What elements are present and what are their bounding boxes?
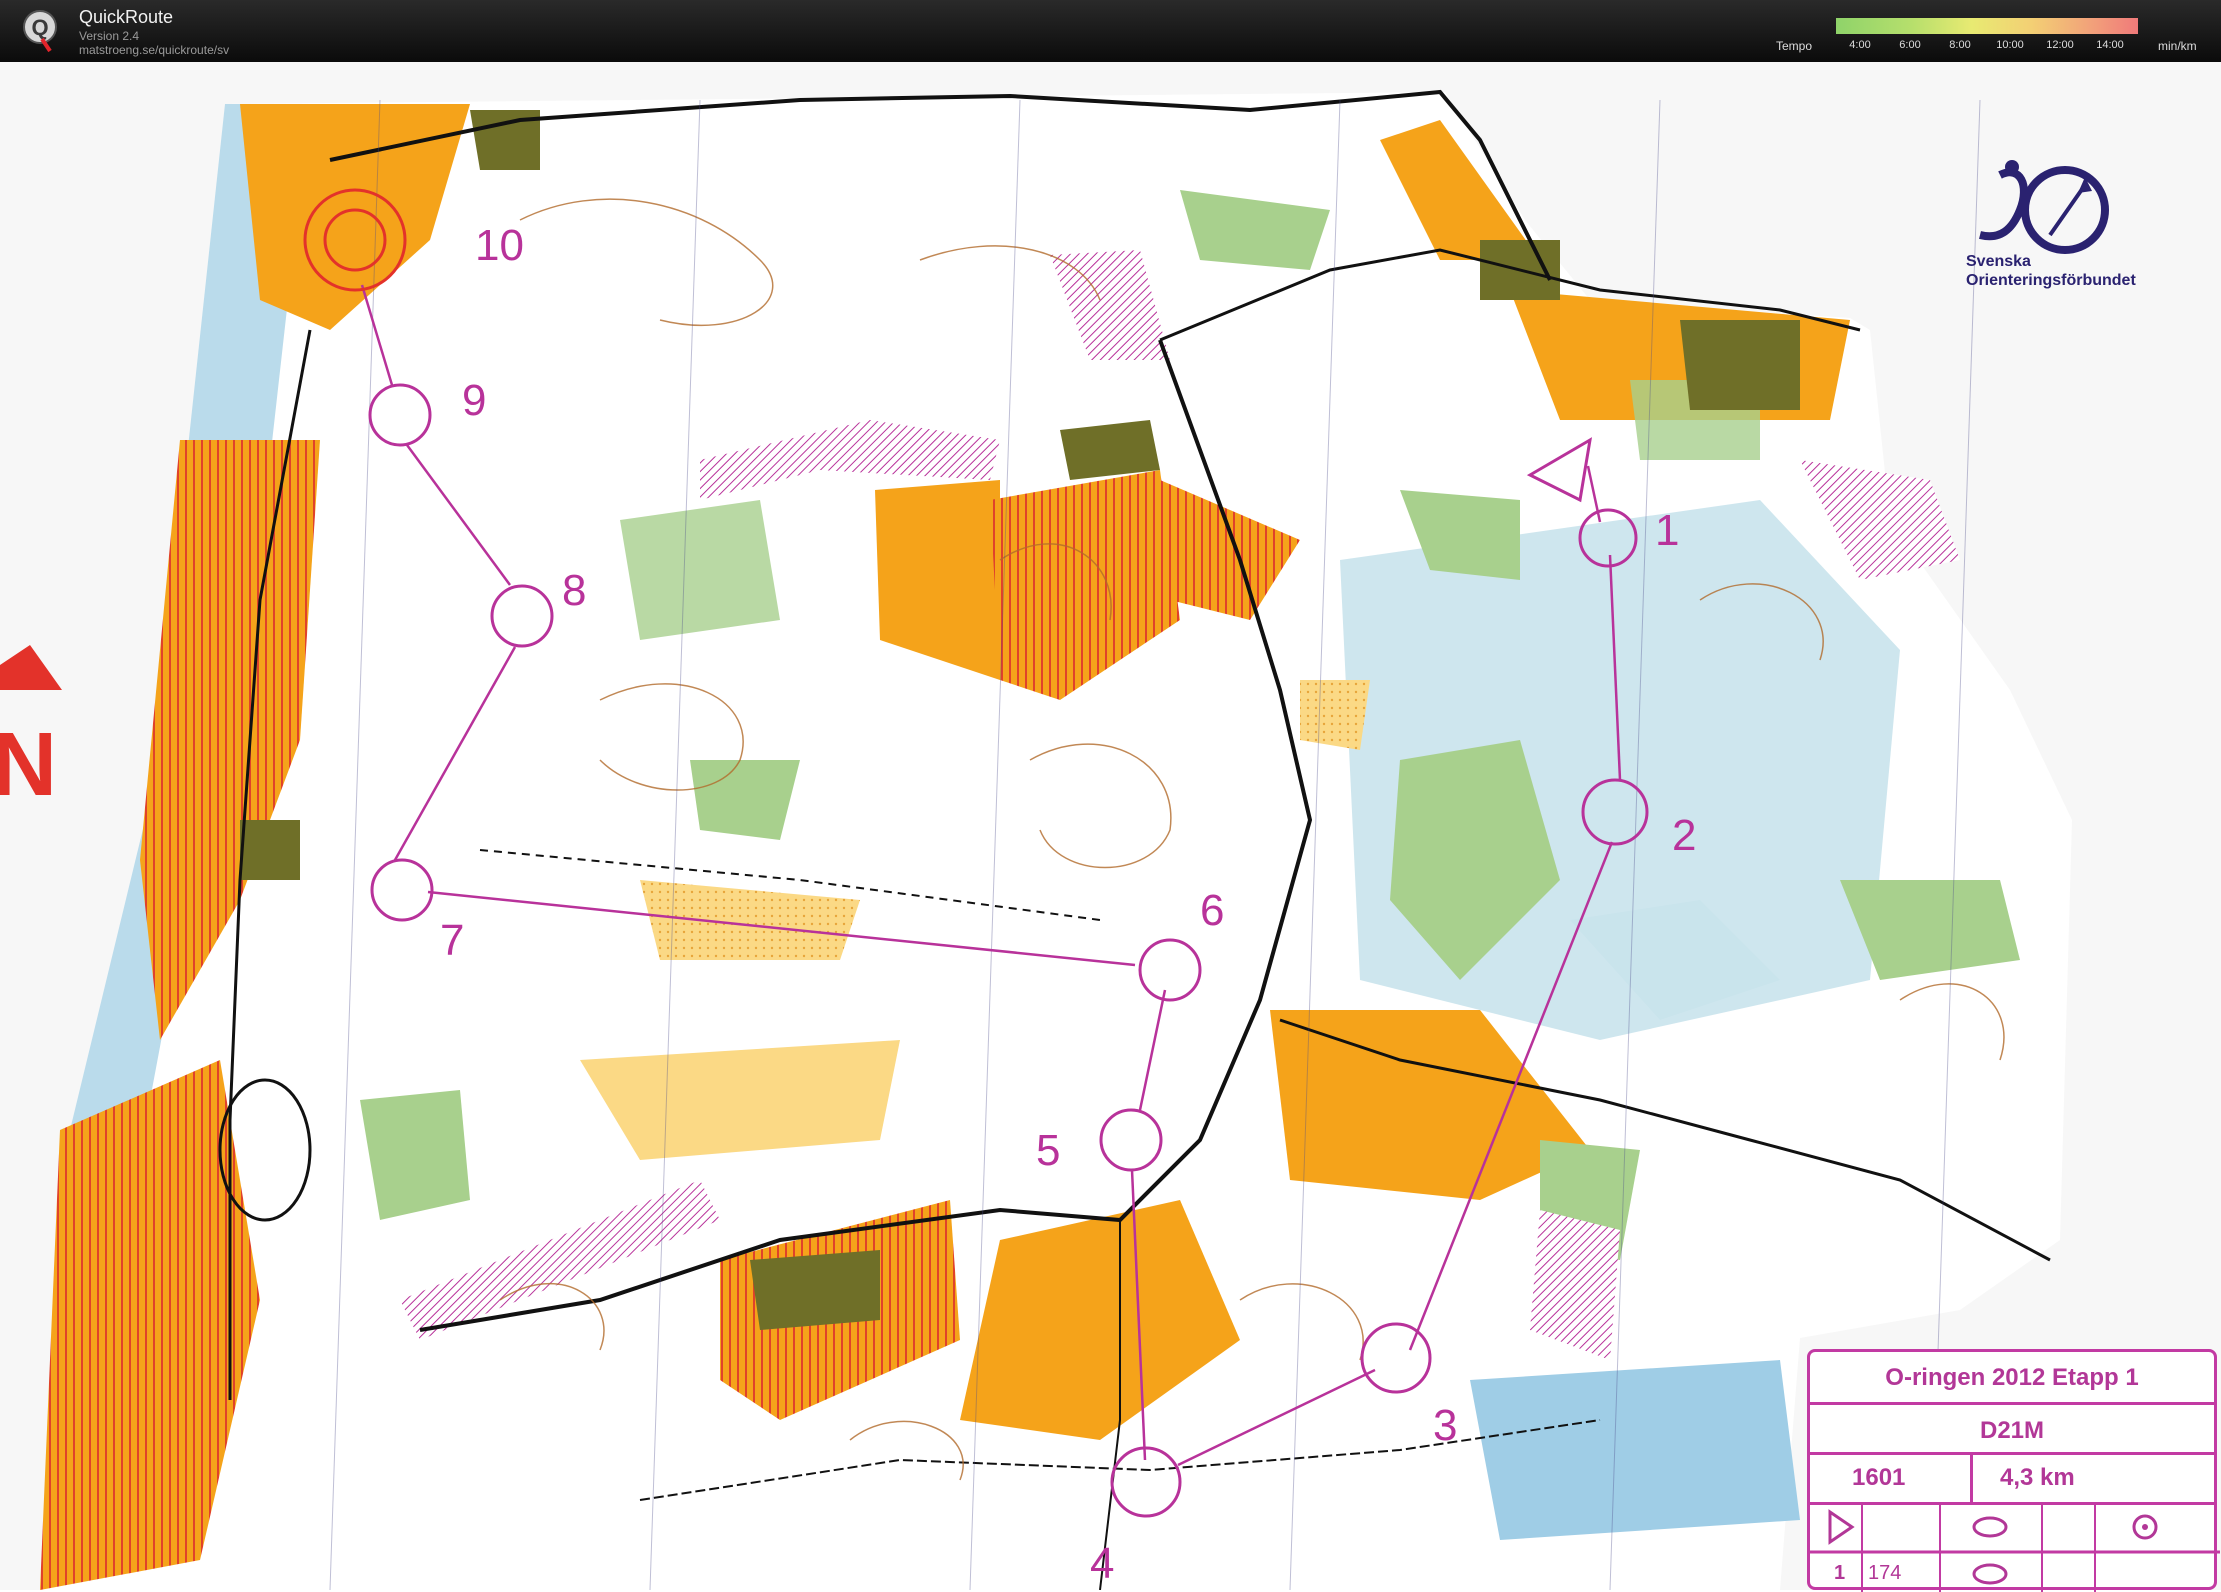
tempo-color-scale xyxy=(1836,18,2138,34)
tempo-tick: 6:00 xyxy=(1899,39,1921,51)
control-number: 3 xyxy=(1433,1401,1457,1450)
app-version: Version 2.4 xyxy=(79,29,140,43)
federation-name-line2: Orienteringsförbundet xyxy=(1966,272,2136,289)
control-number: 2 xyxy=(1672,811,1696,860)
course-class: D21M xyxy=(1979,1417,2045,1444)
tempo-tick: 10:00 xyxy=(1996,39,2024,51)
feature-symbol-icon xyxy=(1972,1563,2008,1585)
tempo-tick: 12:00 xyxy=(2046,39,2074,51)
control-row-number: 1 xyxy=(1834,1562,1846,1584)
control-number: 9 xyxy=(462,376,486,425)
tempo-tick: 8:00 xyxy=(1949,39,1971,51)
feature-symbol-icon xyxy=(1972,1516,2008,1538)
tempo-tick: 4:00 xyxy=(1849,39,1871,51)
tempo-tick: 14:00 xyxy=(2096,39,2124,51)
tempo-label: Tempo xyxy=(1776,39,1813,53)
start-symbol-icon xyxy=(1828,1509,1855,1545)
control-number: 8 xyxy=(562,566,586,615)
control-number: 10 xyxy=(475,221,524,270)
control-number: 5 xyxy=(1036,1126,1060,1175)
card-divider xyxy=(1810,1402,2214,1405)
control-number: 4 xyxy=(1090,1539,1114,1588)
control-number: 7 xyxy=(440,916,464,965)
card-divider xyxy=(1810,1452,2214,1455)
app-header: Q QuickRoute Version 2.4 matstroeng.se/q… xyxy=(0,0,2221,62)
north-letter: N xyxy=(0,715,57,805)
tempo-unit: min/km xyxy=(2158,39,2197,53)
north-arrow: N xyxy=(0,645,62,805)
app-url[interactable]: matstroeng.se/quickroute/sv xyxy=(79,43,229,57)
control-number: 6 xyxy=(1200,886,1224,935)
quickroute-logo-icon: Q xyxy=(23,10,57,53)
event-title: O-ringen 2012 Etapp 1 xyxy=(1885,1364,2139,1391)
course-length: 4,3 km xyxy=(2000,1464,2075,1491)
control-row-code: 174 xyxy=(1868,1562,1902,1584)
svg-text:Q: Q xyxy=(31,15,48,40)
control-number: 1 xyxy=(1655,506,1679,555)
course-description-card: O-ringen 2012 Etapp 1 D21M 1601 4,3 km 1… xyxy=(1807,1349,2220,1592)
federation-name-line1: Svenska xyxy=(1966,253,2031,270)
course-code: 1601 xyxy=(1852,1464,1906,1491)
federation-logo-icon xyxy=(1979,160,2109,254)
tempo-ticks: 4:00 6:00 8:00 10:00 12:00 14:00 xyxy=(1836,39,2156,53)
app-name: QuickRoute xyxy=(79,7,174,27)
card-divider xyxy=(1970,1452,1973,1502)
